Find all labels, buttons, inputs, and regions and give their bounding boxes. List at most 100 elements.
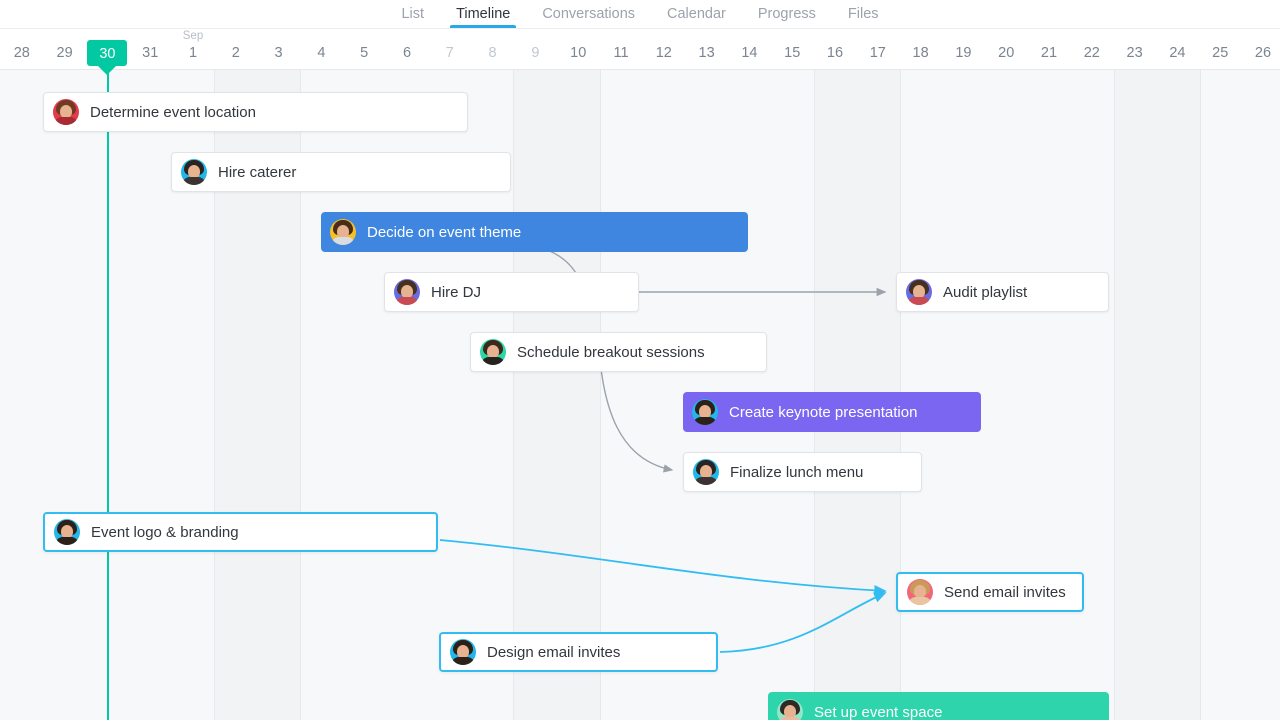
month-label: Sep [172, 31, 215, 43]
avatar-body [395, 297, 419, 305]
tab-conversations[interactable]: Conversations [526, 7, 651, 29]
date-cell-21[interactable]: 21 [1028, 29, 1071, 70]
task-bar-finalize-lunch-menu[interactable]: Finalize lunch menu [683, 452, 922, 492]
tab-calendar[interactable]: Calendar [651, 7, 742, 29]
date-cell-22[interactable]: 22 [1070, 29, 1113, 70]
avatar-set-up-event-space[interactable] [777, 699, 803, 720]
task-bar-schedule-breakout-sessions[interactable]: Schedule breakout sessions [470, 332, 767, 372]
date-cell-14[interactable]: 14 [728, 29, 771, 70]
date-cell-12[interactable]: 12 [642, 29, 685, 70]
avatar-create-keynote-presentation[interactable] [692, 399, 718, 425]
date-cell-19[interactable]: 19 [942, 29, 985, 70]
date-number: 8 [471, 46, 514, 61]
date-cell-8[interactable]: 8 [471, 29, 514, 70]
date-number: 16 [814, 46, 857, 61]
date-cell-2[interactable]: 2 [214, 29, 257, 70]
avatar-body [907, 297, 931, 305]
avatar-body [182, 177, 206, 185]
task-label: Audit playlist [943, 285, 1027, 300]
avatar-hire-caterer[interactable] [181, 159, 207, 185]
avatar-decide-on-event-theme[interactable] [330, 219, 356, 245]
date-cell-25[interactable]: 25 [1199, 29, 1242, 70]
date-cell-6[interactable]: 6 [386, 29, 429, 70]
date-cell-9[interactable]: 9 [514, 29, 557, 70]
date-cell-5[interactable]: 5 [343, 29, 386, 70]
avatar-hire-dj[interactable] [394, 279, 420, 305]
date-number: 6 [386, 46, 429, 61]
tab-list[interactable]: List [385, 7, 440, 29]
date-number: 30 [86, 47, 129, 62]
date-number: 24 [1156, 46, 1199, 61]
date-number: 11 [600, 46, 643, 61]
task-bar-send-email-invites[interactable]: Send email invites [896, 572, 1084, 612]
date-number: 15 [771, 46, 814, 61]
avatar-finalize-lunch-menu[interactable] [693, 459, 719, 485]
date-number: 23 [1113, 46, 1156, 61]
timeline-date-header: 28293031Sep12345678910111213141516171819… [0, 29, 1280, 70]
avatar-send-email-invites[interactable] [907, 579, 933, 605]
date-number: 10 [557, 46, 600, 61]
date-cell-4[interactable]: 4 [300, 29, 343, 70]
date-cell-31[interactable]: 31 [129, 29, 172, 70]
task-bar-create-keynote-presentation[interactable]: Create keynote presentation [683, 392, 981, 432]
avatar-body [54, 117, 78, 125]
date-cell-7[interactable]: 7 [428, 29, 471, 70]
date-cell-29[interactable]: 29 [43, 29, 86, 70]
timeline-canvas[interactable]: Determine event location Hire caterer Deci… [0, 70, 1280, 720]
today-marker-line [107, 70, 109, 720]
view-tab-bar: ListTimelineConversationsCalendarProgres… [0, 0, 1280, 29]
date-number: 4 [300, 46, 343, 61]
date-cell-15[interactable]: 15 [771, 29, 814, 70]
task-bar-set-up-event-space[interactable]: Set up event space [768, 692, 1109, 720]
task-bar-determine-event-location[interactable]: Determine event location [43, 92, 468, 132]
avatar-body [451, 657, 475, 665]
date-cell-3[interactable]: 3 [257, 29, 300, 70]
task-label: Create keynote presentation [729, 405, 917, 420]
date-number: 9 [514, 46, 557, 61]
avatar-design-email-invites[interactable] [450, 639, 476, 665]
task-bar-decide-on-event-theme[interactable]: Decide on event theme [321, 212, 748, 252]
task-label: Send email invites [944, 585, 1066, 600]
date-number: 29 [43, 46, 86, 61]
task-label: Hire caterer [218, 165, 296, 180]
date-cell-16[interactable]: 16 [814, 29, 857, 70]
date-number: 14 [728, 46, 771, 61]
weekend-band [1114, 70, 1200, 720]
avatar-event-logo-branding[interactable] [54, 519, 80, 545]
date-cell-20[interactable]: 20 [985, 29, 1028, 70]
task-bar-audit-playlist[interactable]: Audit playlist [896, 272, 1109, 312]
avatar-determine-event-location[interactable] [53, 99, 79, 125]
tab-files[interactable]: Files [832, 7, 895, 29]
date-cell-18[interactable]: 18 [899, 29, 942, 70]
date-number: 3 [257, 46, 300, 61]
date-number: 31 [129, 46, 172, 61]
task-bar-hire-caterer[interactable]: Hire caterer [171, 152, 511, 192]
task-bar-hire-dj[interactable]: Hire DJ [384, 272, 639, 312]
date-cell-30[interactable]: 30 [86, 29, 129, 70]
date-cell-10[interactable]: 10 [557, 29, 600, 70]
date-number: 22 [1070, 46, 1113, 61]
tab-progress[interactable]: Progress [742, 7, 832, 29]
date-cell-1[interactable]: Sep1 [172, 29, 215, 70]
avatar-audit-playlist[interactable] [906, 279, 932, 305]
avatar-schedule-breakout-sessions[interactable] [480, 339, 506, 365]
date-cell-13[interactable]: 13 [685, 29, 728, 70]
task-label: Determine event location [90, 105, 256, 120]
gridline [600, 70, 601, 720]
gridline [1200, 70, 1201, 720]
task-bar-event-logo-branding[interactable]: Event logo & branding [43, 512, 438, 552]
task-bar-design-email-invites[interactable]: Design email invites [439, 632, 718, 672]
date-cell-11[interactable]: 11 [600, 29, 643, 70]
date-number: 13 [685, 46, 728, 61]
date-cell-23[interactable]: 23 [1113, 29, 1156, 70]
date-cell-24[interactable]: 24 [1156, 29, 1199, 70]
date-cell-28[interactable]: 28 [0, 29, 43, 70]
date-cell-26[interactable]: 26 [1242, 29, 1280, 70]
weekend-band [513, 70, 600, 720]
tab-timeline[interactable]: Timeline [440, 7, 526, 29]
task-label: Finalize lunch menu [730, 465, 863, 480]
date-number: 19 [942, 46, 985, 61]
date-cell-17[interactable]: 17 [856, 29, 899, 70]
date-number: 2 [214, 46, 257, 61]
date-number: 21 [1028, 46, 1071, 61]
